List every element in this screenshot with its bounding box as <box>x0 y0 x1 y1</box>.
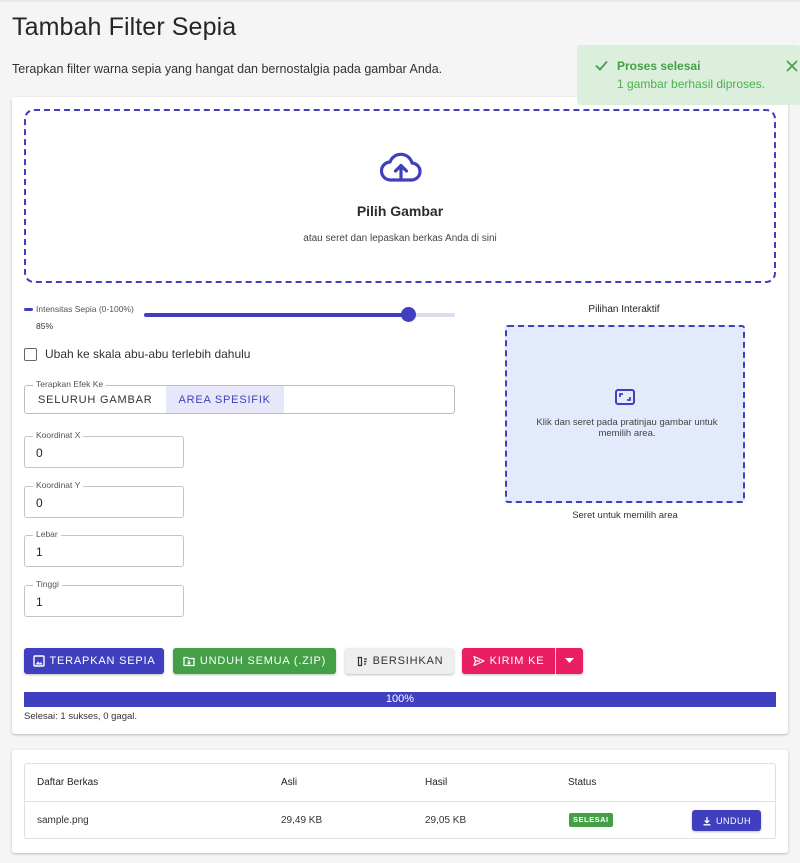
file-table: Daftar Berkas Asli Hasil Status sample.p… <box>24 763 776 839</box>
slider-label-marker <box>24 308 33 311</box>
clear-label: BERSIHKAN <box>372 655 444 667</box>
send-icon <box>473 655 485 667</box>
file-dropzone[interactable]: Pilih Gambar atau seret dan lepaskan ber… <box>24 109 776 283</box>
slider-fill <box>144 313 409 317</box>
height-field[interactable]: Tinggi 1 <box>24 579 184 617</box>
width-value[interactable]: 1 <box>36 545 43 559</box>
header-result: Hasil <box>425 777 448 788</box>
dropzone-subtitle: atau seret dan lepaskan berkas Anda di s… <box>303 233 497 244</box>
image-icon <box>32 655 45 667</box>
selection-instruction: Klik dan seret pada pratinjau gambar unt… <box>536 417 718 439</box>
height-value[interactable]: 1 <box>36 595 43 609</box>
header-file-list: Daftar Berkas <box>37 777 99 788</box>
sepia-intensity-slider-group: Intensitas Sepia (0-100%) 85% <box>24 302 456 332</box>
grayscale-checkbox[interactable] <box>24 347 37 361</box>
file-result-size: 29,05 KB <box>425 815 467 826</box>
header-original: Asli <box>281 777 298 788</box>
progress-bar: 100% <box>24 692 776 707</box>
file-list-card: Daftar Berkas Asli Hasil Status sample.p… <box>12 750 788 853</box>
file-name: sample.png <box>37 815 89 826</box>
download-icon <box>703 816 711 825</box>
header-status: Status <box>568 777 597 788</box>
coordinate-y-label: Koordinat Y <box>33 480 84 490</box>
selection-caption: Seret untuk memilih area <box>572 510 678 521</box>
folder-download-icon <box>183 656 195 667</box>
toggle-specific-area[interactable]: AREA SPESIFIK <box>165 386 284 413</box>
width-field[interactable]: Lebar 1 <box>24 529 184 567</box>
send-to-dropdown-button[interactable] <box>556 648 583 674</box>
apply-effect-toggle-group: Terapkan Efek Ke SELURUH GAMBAR AREA SPE… <box>24 379 455 414</box>
table-header-row: Daftar Berkas Asli Hasil Status <box>25 764 775 802</box>
status-badge: SELESAI <box>569 813 613 827</box>
clear-button[interactable]: BERSIHKAN <box>345 648 454 674</box>
download-all-zip-button[interactable]: UNDUH SEMUA (.ZIP) <box>173 648 336 674</box>
coordinate-x-field[interactable]: Koordinat X 0 <box>24 430 184 468</box>
interactive-selection-area[interactable]: Klik dan seret pada pratinjau gambar unt… <box>505 325 745 503</box>
height-label: Tinggi <box>33 579 62 589</box>
page-subtitle: Terapkan filter warna sepia yang hangat … <box>12 62 443 76</box>
dropzone-title: Pilih Gambar <box>356 203 444 219</box>
coordinate-y-field[interactable]: Koordinat Y 0 <box>24 480 184 518</box>
interactive-selection-title: Pilihan Interaktif <box>588 304 660 315</box>
cloud-upload-icon <box>380 152 422 182</box>
progress-percent: 100% <box>385 693 415 705</box>
coordinate-y-value[interactable]: 0 <box>36 496 43 510</box>
slider-label: Intensitas Sepia (0-100%) <box>36 304 136 314</box>
page-title: Tambah Filter Sepia <box>12 13 237 41</box>
coordinate-x-label: Koordinat X <box>33 430 84 440</box>
toast-title: Proses selesai <box>617 59 701 73</box>
apply-effect-legend: Terapkan Efek Ke <box>33 379 107 389</box>
apply-sepia-button[interactable]: TERAPKAN SEPIA <box>24 648 164 674</box>
sepia-intensity-slider[interactable] <box>144 307 455 322</box>
toggle-whole-image[interactable]: SELURUH GAMBAR <box>25 386 166 413</box>
toast-message: 1 gambar berhasil diproses. <box>617 77 766 91</box>
select-area-icon <box>615 389 635 405</box>
send-to-label: KIRIM KE <box>489 655 545 667</box>
coordinate-x-value[interactable]: 0 <box>36 446 43 460</box>
progress-status: Selesai: 1 sukses, 0 gagal. <box>24 711 138 722</box>
clear-icon <box>357 656 367 667</box>
apply-sepia-label: TERAPKAN SEPIA <box>49 655 156 667</box>
download-file-button[interactable]: UNDUH <box>692 810 761 831</box>
table-row: sample.png 29,49 KB 29,05 KB SELESAI UND… <box>25 802 775 839</box>
success-toast: Proses selesai 1 gambar berhasil diprose… <box>577 45 800 105</box>
download-file-label: UNDUH <box>716 815 751 826</box>
chevron-down-icon <box>565 658 574 663</box>
download-all-label: UNDUH SEMUA (.ZIP) <box>199 655 327 667</box>
file-original-size: 29,49 KB <box>281 815 323 826</box>
top-divider <box>0 0 800 2</box>
slider-thumb[interactable] <box>401 307 417 322</box>
grayscale-checkbox-label: Ubah ke skala abu-abu terlebih dahulu <box>45 347 251 361</box>
send-to-button[interactable]: KIRIM KE <box>462 648 555 674</box>
sepia-tool-card: Pilih Gambar atau seret dan lepaskan ber… <box>12 97 788 734</box>
slider-value: 85% <box>36 321 54 331</box>
check-icon <box>595 60 608 71</box>
grayscale-checkbox-row[interactable]: Ubah ke skala abu-abu terlebih dahulu <box>24 346 250 362</box>
width-label: Lebar <box>33 529 61 539</box>
close-icon[interactable] <box>786 60 798 72</box>
